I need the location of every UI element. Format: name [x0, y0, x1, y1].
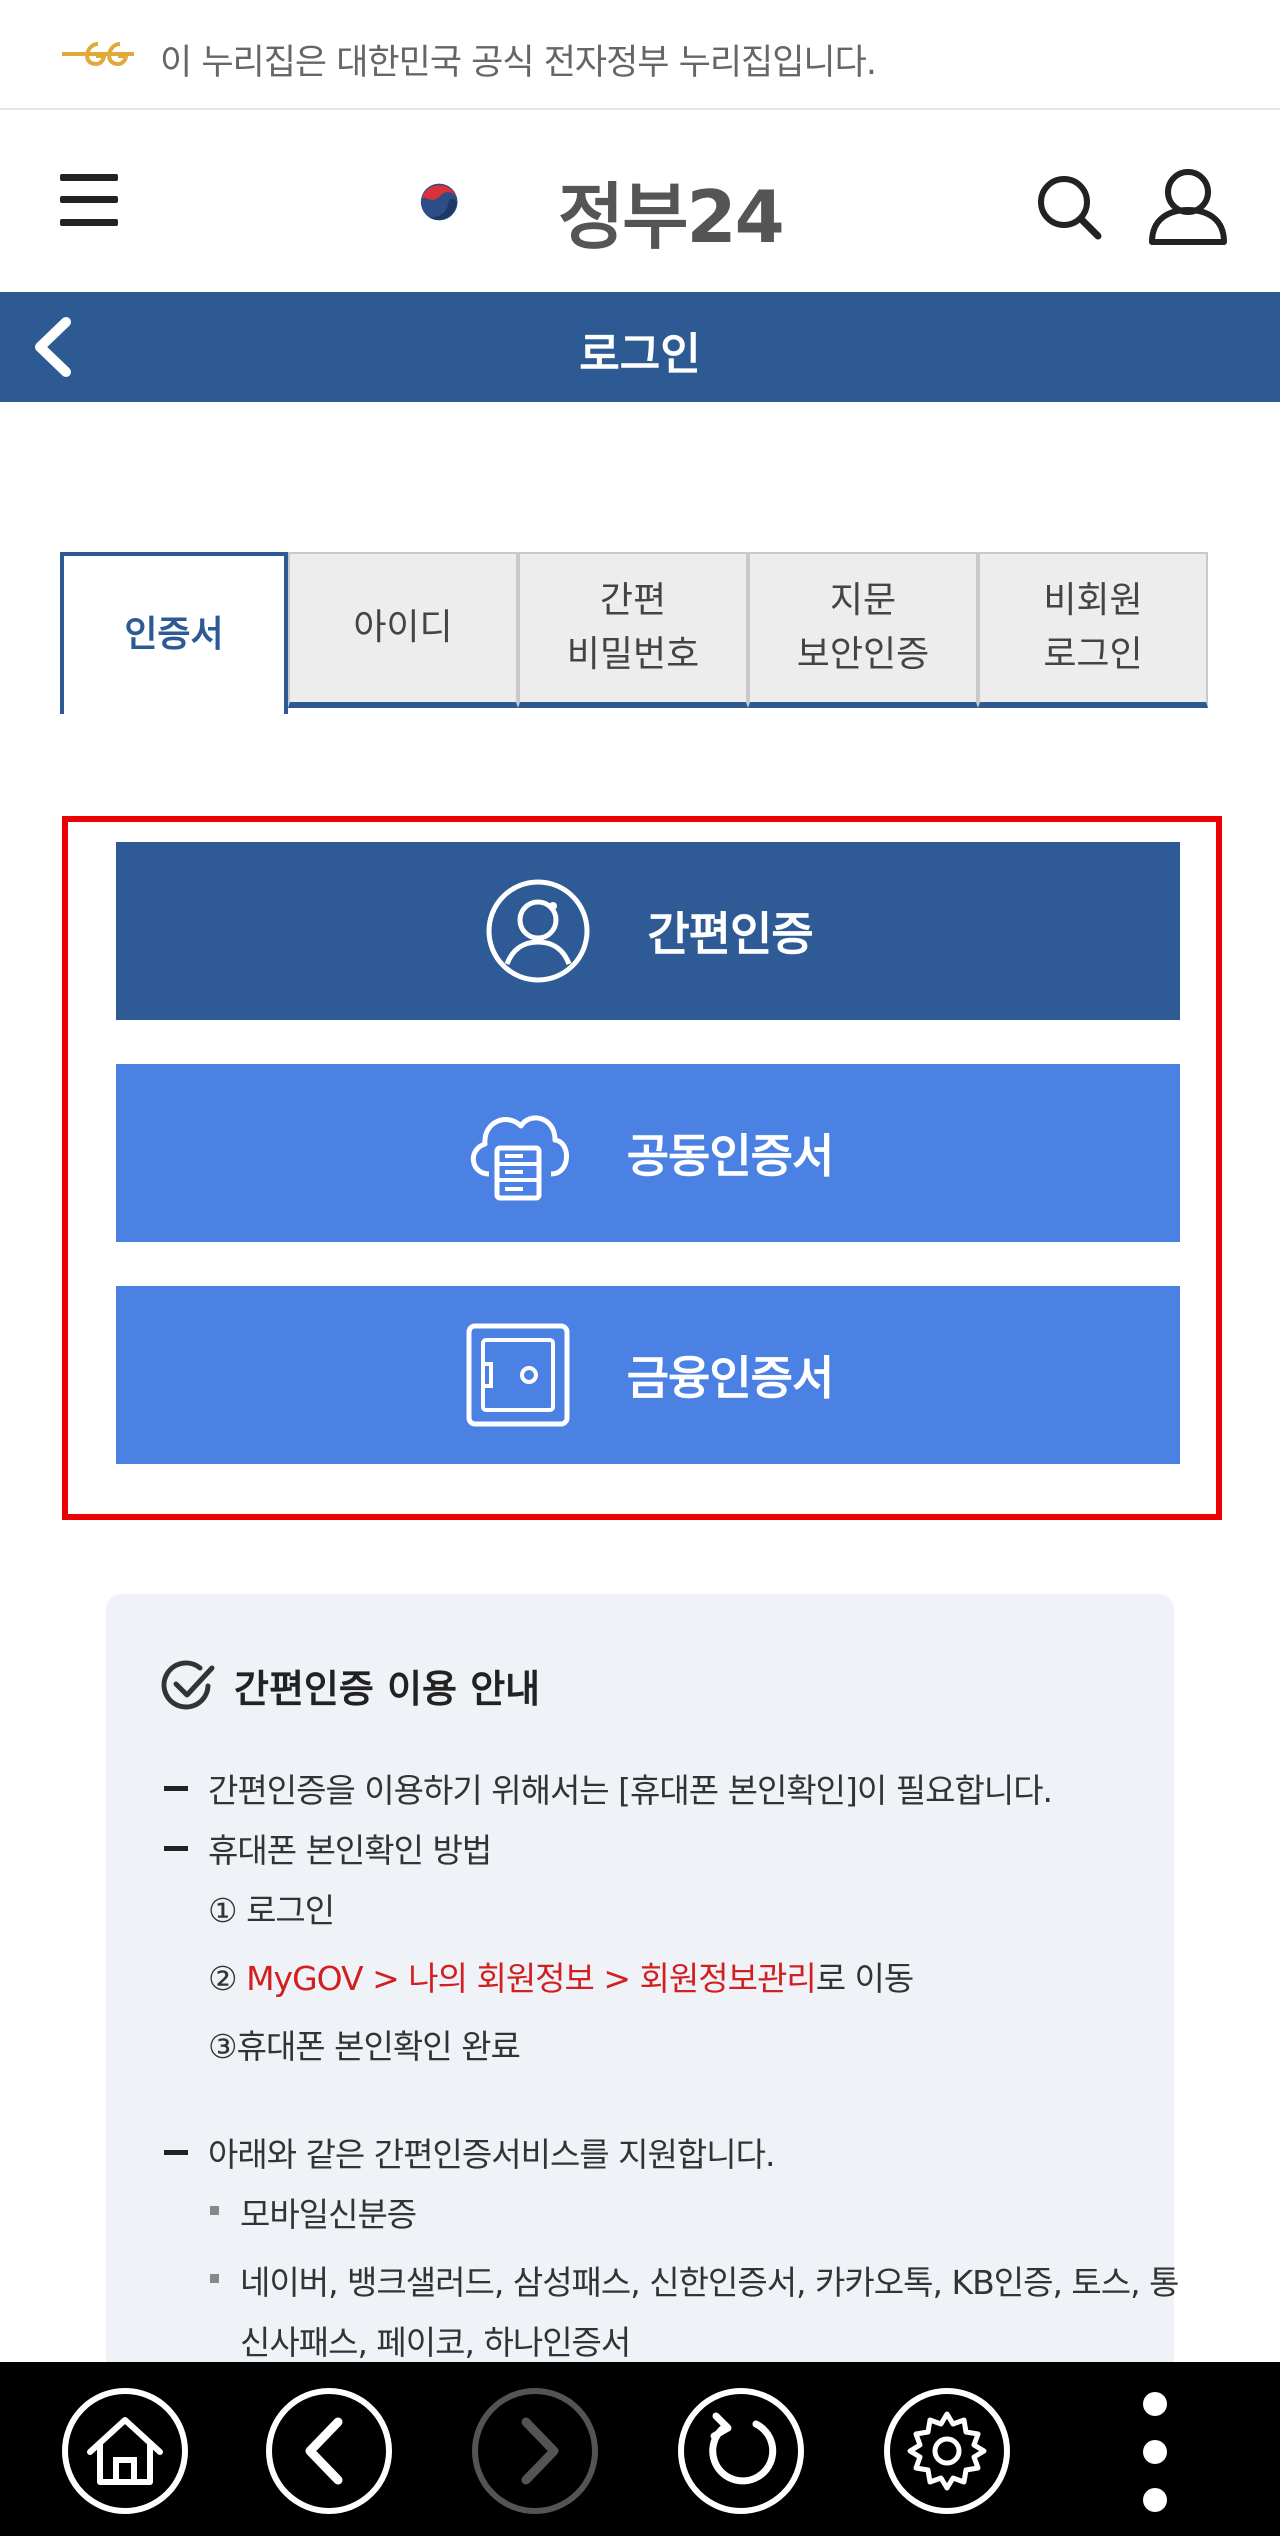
tab-guest-login[interactable]: 비회원로그인 [978, 552, 1208, 708]
logo-text: 정부24 [558, 175, 785, 259]
info-title: 간편인증 이용 안내 [234, 1667, 541, 1711]
simple-auth-label: 간편인증 [647, 907, 813, 961]
cloud-server-icon [470, 1115, 569, 1201]
dash-bullet [164, 2150, 188, 2155]
info-step-3: ③휴대폰 본인확인 완료 [208, 2027, 521, 2066]
tab-label-2: 보안인증 [796, 634, 930, 675]
tab-label: 아이디 [353, 607, 453, 648]
menu-hamburger-button[interactable] [60, 174, 118, 226]
tab-label: 비회원 [1043, 580, 1143, 621]
financial-certificate-label: 금융인증서 [626, 1351, 835, 1405]
gov24-logo-icon[interactable] [418, 142, 538, 262]
info-step-1: ① 로그인 [208, 1891, 335, 1930]
search-icon[interactable] [1036, 174, 1102, 240]
tab-simple-password[interactable]: 간편비밀번호 [518, 552, 748, 708]
info-bullet-1: 모바일신분증 [240, 2195, 417, 2234]
tab-fingerprint[interactable]: 지문보안인증 [748, 552, 978, 708]
person-circle-icon [486, 879, 590, 983]
home-icon[interactable] [60, 2386, 190, 2516]
browser-back-icon[interactable] [264, 2386, 394, 2516]
tab-label-2: 로그인 [1043, 634, 1143, 675]
notice-text: 이 누리집은 대한민국 공식 전자정부 누리집입니다. [160, 43, 877, 83]
user-icon[interactable] [1148, 166, 1228, 246]
info-line-1: 간편인증을 이용하기 위해서는 [휴대폰 본인확인]이 필요합니다. [208, 1771, 1053, 1810]
info-line-2: 휴대폰 본인확인 방법 [208, 1831, 492, 1870]
square-bullet [210, 2206, 219, 2215]
joint-certificate-button[interactable]: 공동인증서 [116, 1064, 1180, 1242]
tab-certificate[interactable]: 인증서 [60, 552, 288, 714]
more-menu-icon[interactable] [1140, 2392, 1170, 2512]
reload-icon[interactable] [676, 2386, 806, 2516]
page-title: 로그인 [579, 329, 701, 380]
egov-mark-icon [62, 42, 134, 67]
site-header: 정부24 [0, 110, 1280, 290]
step2-suffix: 로 이동 [815, 1959, 915, 1998]
joint-certificate-label: 공동인증서 [626, 1129, 835, 1183]
dash-bullet [164, 1786, 188, 1791]
simple-auth-info-panel: 간편인증 이용 안내 간편인증을 이용하기 위해서는 [휴대폰 본인확인]이 필… [106, 1594, 1179, 2374]
simple-auth-button[interactable]: 간편인증 [116, 842, 1180, 1020]
login-options-box: 간편인증 공동인증서 금융인증서 [62, 816, 1222, 1520]
financial-certificate-button[interactable]: 금융인증서 [116, 1286, 1180, 1464]
tab-label-2: 비밀번호 [566, 634, 700, 675]
info-bullet-2a: 네이버, 뱅크샐러드, 삼성패스, 신한인증서, 카카오톡, KB인증, 토스,… [240, 2263, 1179, 2302]
info-step-2: ② MyGOV > 나의 회원정보 > 회원정보관리로 이동 [208, 1952, 915, 2000]
safe-icon [466, 1323, 570, 1427]
dash-bullet [164, 1846, 188, 1851]
info-line-3: 아래와 같은 간편인증서비스를 지원합니다. [208, 2135, 775, 2174]
gov-notice-banner: 이 누리집은 대한민국 공식 전자정부 누리집입니다. [0, 0, 1280, 110]
settings-gear-icon[interactable] [882, 2386, 1012, 2516]
tab-id[interactable]: 아이디 [288, 552, 518, 708]
login-method-tabs: 인증서 아이디 간편비밀번호 지문보안인증 비회원로그인 [60, 552, 1208, 714]
tab-label: 지문 [829, 580, 897, 621]
step2-prefix: ② [208, 1959, 247, 1998]
browser-forward-icon[interactable] [470, 2386, 600, 2516]
info-bullet-2b: 신사패스, 페이코, 하나인증서 [240, 2323, 631, 2362]
square-bullet [210, 2274, 219, 2283]
mygov-path-link[interactable]: MyGOV > 나의 회원정보 > 회원정보관리 [246, 1959, 817, 1998]
tab-label: 간편 [599, 580, 667, 621]
page-titlebar: 로그인 [0, 292, 1280, 402]
browser-bottom-bar [0, 2362, 1280, 2536]
check-circle-icon [161, 1660, 215, 1710]
tab-label: 인증서 [124, 614, 224, 655]
